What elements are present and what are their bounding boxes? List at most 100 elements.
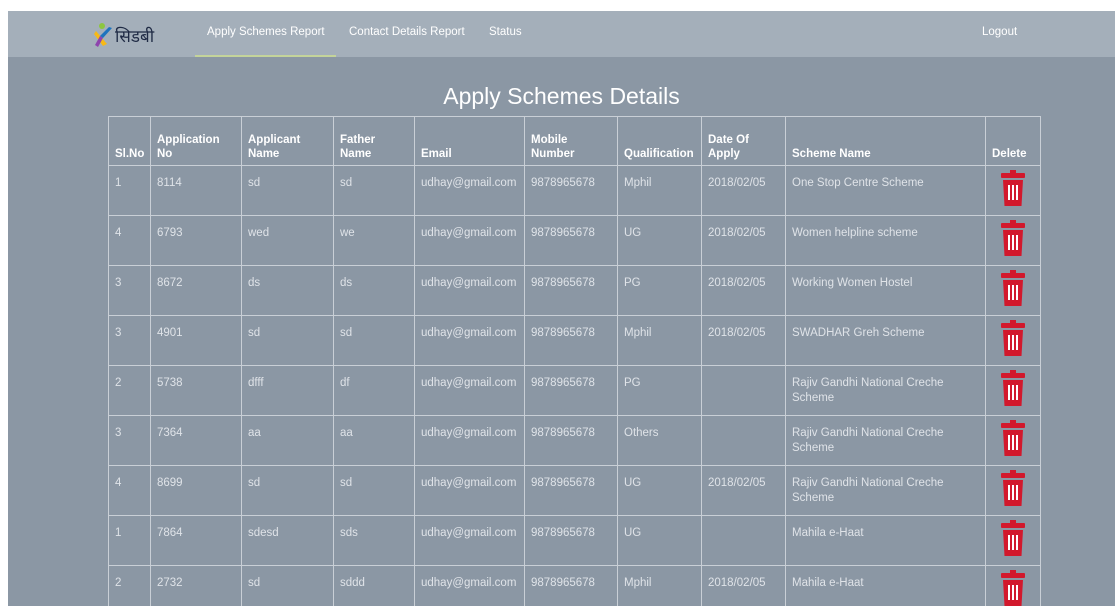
cell-email: udhay@gmail.com [414, 515, 525, 566]
delete-button[interactable] [1001, 570, 1025, 606]
col-header-date-of-apply: Date Of Apply [701, 116, 786, 166]
cell-scheme-name: SWADHAR Greh Scheme [785, 315, 986, 366]
cell-mobile-number: 9878965678 [524, 215, 618, 266]
table-row: 1 8114 sd sd udhay@gmail.com 9878965678 … [108, 165, 1041, 216]
cell-delete [985, 365, 1041, 416]
cell-mobile-number: 9878965678 [524, 315, 618, 366]
cell-scheme-name: One Stop Centre Scheme [785, 165, 986, 216]
delete-button[interactable] [1001, 470, 1025, 506]
col-header-delete: Delete [985, 116, 1041, 166]
cell-qualification: Mphil [617, 565, 702, 606]
table-row: 3 4901 sd sd udhay@gmail.com 9878965678 … [108, 315, 1041, 366]
cell-delete [985, 415, 1041, 466]
cell-mobile-number: 9878965678 [524, 415, 618, 466]
col-header-date-of-apply-line2: Apply [708, 148, 740, 160]
cell-slno: 2 [108, 365, 151, 416]
col-header-slno-text: Sl.No [115, 148, 145, 160]
cell-father-name: df [333, 365, 415, 416]
cell-date-of-apply [701, 415, 786, 466]
nav-contact-details-report[interactable]: Contact Details Report [349, 11, 465, 57]
col-header-application-no-line2: No [157, 148, 173, 160]
col-header-applicant-name-line2: Name [248, 148, 280, 160]
cell-application-no: 8114 [150, 165, 242, 216]
cell-applicant-name: sd [241, 465, 334, 516]
cell-email: udhay@gmail.com [414, 415, 525, 466]
cell-scheme-name: Rajiv Gandhi National Creche Scheme [785, 365, 986, 416]
delete-button[interactable] [1001, 320, 1025, 356]
cell-scheme-name: Mahila e-Haat [785, 515, 986, 566]
cell-applicant-name: aa [241, 415, 334, 466]
cell-father-name: sd [333, 165, 415, 216]
cell-father-name: sd [333, 315, 415, 366]
col-header-application-no-line1: Application [157, 134, 220, 146]
trash-icon [1001, 570, 1025, 606]
table-row: 3 7364 aa aa udhay@gmail.com 9878965678 … [108, 415, 1041, 466]
cell-mobile-number: 9878965678 [524, 165, 618, 216]
cell-father-name: we [333, 215, 415, 266]
cell-mobile-number: 9878965678 [524, 365, 618, 416]
cell-slno: 4 [108, 215, 151, 266]
cell-application-no: 4901 [150, 315, 242, 366]
cell-father-name: ds [333, 265, 415, 316]
col-header-father-name: Father Name [333, 116, 415, 166]
delete-button[interactable] [1001, 170, 1025, 206]
cell-qualification: PG [617, 365, 702, 416]
col-header-applicant-name: Applicant Name [241, 116, 334, 166]
col-header-scheme-name: Scheme Name [785, 116, 986, 166]
cell-mobile-number: 9878965678 [524, 465, 618, 516]
cell-email: udhay@gmail.com [414, 465, 525, 516]
cell-qualification: Mphil [617, 315, 702, 366]
col-header-scheme-name-text: Scheme Name [792, 148, 871, 160]
cell-email: udhay@gmail.com [414, 165, 525, 216]
col-header-delete-text: Delete [992, 148, 1027, 160]
cell-application-no: 6793 [150, 215, 242, 266]
col-header-qualification: Qualification [617, 116, 702, 166]
table-row: 3 8672 ds ds udhay@gmail.com 9878965678 … [108, 265, 1041, 316]
cell-scheme-name: Working Women Hostel [785, 265, 986, 316]
cell-email: udhay@gmail.com [414, 565, 525, 606]
cell-date-of-apply [701, 365, 786, 416]
table-row: 2 5738 dfff df udhay@gmail.com 987896567… [108, 365, 1041, 416]
cell-email: udhay@gmail.com [414, 315, 525, 366]
brand-logo[interactable]: सिडबी [94, 21, 154, 49]
cell-slno: 3 [108, 315, 151, 366]
trash-icon [1001, 320, 1025, 356]
brand-logo-text: सिडबी [115, 26, 155, 47]
cell-scheme-name: Rajiv Gandhi National Creche Scheme [785, 465, 986, 516]
cell-application-no: 5738 [150, 365, 242, 416]
table-body: 1 8114 sd sd udhay@gmail.com 9878965678 … [108, 165, 1041, 606]
delete-button[interactable] [1001, 370, 1025, 406]
table-row: 1 7864 sdesd sds udhay@gmail.com 9878965… [108, 515, 1041, 566]
cell-date-of-apply: 2018/02/05 [701, 315, 786, 366]
cell-qualification: PG [617, 265, 702, 316]
nav-status[interactable]: Status [489, 11, 522, 57]
cell-application-no: 2732 [150, 565, 242, 606]
cell-scheme-name: Rajiv Gandhi National Creche Scheme [785, 415, 986, 466]
cell-applicant-name: sdesd [241, 515, 334, 566]
col-header-application-no: Application No [150, 116, 242, 166]
app-frame: सिडबी Apply Schemes Report Contact Detai… [8, 11, 1115, 606]
cell-scheme-name: Women helpline scheme [785, 215, 986, 266]
cell-delete [985, 515, 1041, 566]
cell-qualification: UG [617, 515, 702, 566]
logout-link[interactable]: Logout [982, 11, 1017, 57]
delete-button[interactable] [1001, 420, 1025, 456]
cell-delete [985, 315, 1041, 366]
page-title: Apply Schemes Details [443, 83, 680, 109]
cell-date-of-apply: 2018/02/05 [701, 165, 786, 216]
cell-delete [985, 215, 1041, 266]
col-header-mobile-number: Mobile Number [524, 116, 618, 166]
cell-mobile-number: 9878965678 [524, 565, 618, 606]
top-navbar: सिडबी Apply Schemes Report Contact Detai… [8, 11, 1115, 57]
cell-date-of-apply: 2018/02/05 [701, 215, 786, 266]
delete-button[interactable] [1001, 520, 1025, 556]
col-header-date-of-apply-line1: Date Of [708, 134, 749, 146]
delete-button[interactable] [1001, 220, 1025, 256]
nav-apply-schemes-report[interactable]: Apply Schemes Report [195, 11, 336, 57]
cell-slno: 4 [108, 465, 151, 516]
table-row: 4 6793 wed we udhay@gmail.com 9878965678… [108, 215, 1041, 266]
delete-button[interactable] [1001, 270, 1025, 306]
cell-scheme-name: Mahila e-Haat [785, 565, 986, 606]
col-header-applicant-name-line1: Applicant [248, 134, 301, 146]
cell-qualification: UG [617, 465, 702, 516]
